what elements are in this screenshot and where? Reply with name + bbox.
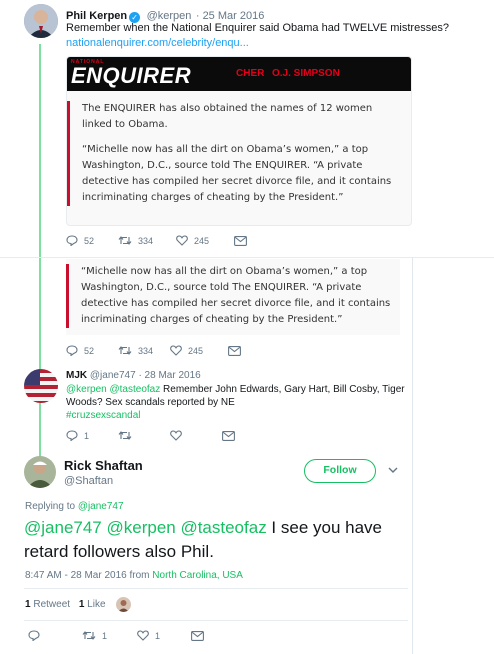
tweet2-mentions[interactable]: @kerpen @tasteofaz: [66, 384, 160, 395]
like-stat-count: 1: [78, 599, 85, 610]
tweet2-header: MJK @jane747 · 28 Mar 2016: [66, 370, 201, 381]
author-handle[interactable]: @jane747: [90, 370, 136, 381]
message-button[interactable]: [222, 430, 235, 441]
stats-divider-bottom: [24, 620, 408, 621]
replying-to: Replying to @jane747: [25, 501, 124, 512]
reply-button[interactable]: 1: [66, 430, 118, 441]
retweet-icon: [82, 631, 96, 640]
card-paragraph-2: “Michelle now has all the dirt on Obama’…: [82, 144, 392, 203]
retweet-button[interactable]: 1: [82, 630, 137, 641]
author-name[interactable]: MJK: [66, 370, 87, 381]
like-button[interactable]: [170, 430, 222, 441]
overlap-divider: [0, 257, 494, 258]
tweet2-actions: 1: [66, 430, 235, 441]
avatar-rick-shaftan[interactable]: [24, 456, 56, 488]
envelope-icon: [234, 235, 247, 246]
tweet1-text: Remember when the National Enquirer said…: [66, 22, 449, 34]
envelope-icon: [191, 630, 204, 641]
retweet-count: 1: [102, 630, 108, 641]
avatar-phil-kerpen[interactable]: [24, 4, 58, 38]
main-tweet-text: @jane747 @kerpen @tasteofaz I see you ha…: [24, 516, 414, 564]
like-count: 1: [155, 630, 161, 641]
replying-to-label: Replying to: [25, 501, 76, 512]
replying-to-handle[interactable]: @jane747: [78, 501, 124, 512]
tweet-location[interactable]: North Carolina, USA: [152, 570, 243, 581]
tweet2-hashtag[interactable]: #cruzsexscandal: [66, 410, 140, 421]
retweet-icon: [118, 346, 132, 355]
flag-avatar-image: [24, 369, 58, 403]
repeat-quote: “Michelle now has all the dirt on Obama’…: [66, 264, 400, 328]
message-button[interactable]: [228, 345, 241, 356]
reply-button[interactable]: [28, 630, 82, 641]
liker-avatar-image: [116, 597, 131, 612]
chevron-down-icon[interactable]: [388, 467, 398, 474]
retweet-icon: [118, 236, 132, 245]
like-icon: [176, 235, 188, 246]
reply-icon: [28, 630, 40, 641]
reply-icon: [66, 345, 78, 356]
like-stat-label: Like: [87, 599, 106, 610]
reply-icon: [66, 430, 78, 441]
card-quote: The ENQUIRER has also obtained the names…: [67, 101, 405, 206]
reply-button[interactable]: 52: [66, 235, 118, 246]
card-tag-1: CHER: [236, 68, 265, 79]
retweet-button[interactable]: [118, 430, 170, 441]
main-tweet-mentions[interactable]: @jane747 @kerpen @tasteofaz: [24, 518, 267, 537]
tweet1-link[interactable]: nationalenquirer.com/celebrity/enqu...: [66, 36, 249, 50]
card-brand: ENQUIRER: [71, 63, 192, 88]
timestamp-text[interactable]: 8:47 AM - 28 Mar 2016 from: [25, 570, 150, 581]
retweet-stat-label: Retweet: [33, 599, 71, 610]
reply-count: 1: [84, 430, 90, 441]
envelope-icon: [228, 345, 241, 356]
retweet-count: 334: [138, 235, 154, 246]
retweet-button[interactable]: 334: [118, 235, 176, 246]
like-icon: [170, 430, 182, 441]
liker-avatar[interactable]: [116, 597, 131, 612]
tweet2-text: @kerpen @tasteofaz Remember John Edwards…: [66, 383, 406, 422]
link-card[interactable]: NATIONAL ENQUIRER CHER O.J. SIMPSON The …: [66, 56, 412, 226]
reply-count: 52: [84, 345, 95, 356]
like-button[interactable]: 1: [137, 630, 191, 641]
repeat-quote-card: “Michelle now has all the dirt on Obama’…: [66, 259, 400, 335]
like-icon: [170, 345, 182, 356]
main-tweet-timestamp: 8:47 AM - 28 Mar 2016 from North Carolin…: [25, 570, 243, 581]
avatar-image: [24, 456, 56, 488]
engagement-stats: 1 Retweet 1 Like: [25, 599, 106, 610]
like-button[interactable]: 245: [176, 235, 234, 246]
main-author-handle[interactable]: @Shaftan: [64, 475, 113, 487]
like-count: 245: [194, 235, 210, 246]
main-tweet-actions: 1 1: [28, 630, 204, 641]
card-paragraph-1: The ENQUIRER has also obtained the names…: [82, 103, 373, 130]
tweet-date[interactable]: · 28 Mar 2016: [138, 370, 200, 381]
avatar-image: [24, 4, 58, 38]
message-button[interactable]: [234, 235, 247, 246]
retweet-icon: [118, 431, 132, 440]
tweet1-actions: 52 334 245: [66, 235, 247, 246]
like-icon: [137, 630, 149, 641]
overlap-right-edge: [412, 257, 413, 654]
like-stat[interactable]: 1 Like: [79, 599, 106, 610]
retweet-button[interactable]: 334: [118, 345, 170, 356]
retweet-stat-count: 1: [25, 599, 31, 610]
like-button[interactable]: 245: [170, 345, 228, 356]
message-button[interactable]: [191, 630, 204, 641]
reply-count: 52: [84, 235, 95, 246]
like-count: 245: [188, 345, 204, 356]
main-author-name[interactable]: Rick Shaftan: [64, 458, 143, 473]
retweet-count: 334: [138, 345, 154, 356]
repeat-actions: 52 334 245: [66, 345, 241, 356]
card-banner: NATIONAL ENQUIRER CHER O.J. SIMPSON: [67, 57, 411, 91]
avatar-mjk[interactable]: [24, 369, 58, 403]
stats-divider-top: [24, 588, 408, 589]
reply-icon: [66, 235, 78, 246]
envelope-icon: [222, 430, 235, 441]
retweet-stat[interactable]: 1 Retweet: [25, 599, 70, 610]
reply-button[interactable]: 52: [66, 345, 118, 356]
card-tag-2: O.J. SIMPSON: [272, 68, 340, 79]
follow-button[interactable]: Follow: [304, 459, 376, 483]
